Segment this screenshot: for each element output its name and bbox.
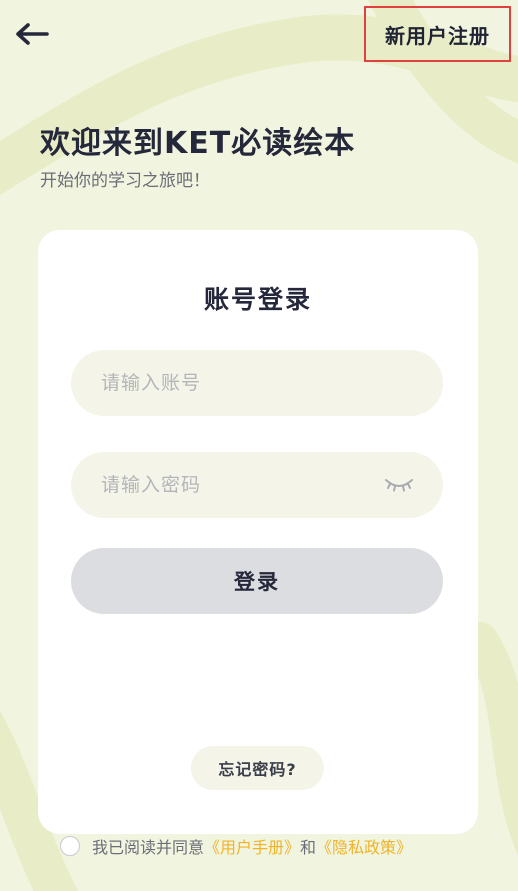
- account-field[interactable]: [71, 350, 443, 416]
- login-card-title: 账号登录: [203, 285, 312, 314]
- agreement-prefix: 我已阅读并同意: [92, 838, 205, 857]
- arrow-left-icon: [16, 23, 49, 45]
- page-title: 欢迎来到KET必读绘本: [40, 126, 356, 161]
- agreement-row: 我已阅读并同意 《用户手册》 和 《隐私政策》: [60, 834, 412, 858]
- user-manual-link[interactable]: 《用户手册》: [204, 834, 300, 858]
- page-subtitle: 开始你的学习之旅吧！: [40, 171, 210, 191]
- agreement-and: 和: [300, 838, 317, 857]
- password-input[interactable]: [99, 473, 383, 497]
- register-button[interactable]: 新用户注册: [364, 6, 511, 62]
- privacy-policy-link[interactable]: 《隐私政策》: [316, 834, 412, 858]
- password-field[interactable]: [71, 452, 443, 518]
- login-button[interactable]: 登录: [71, 548, 443, 614]
- back-button[interactable]: [12, 14, 52, 54]
- agreement-checkbox[interactable]: [60, 836, 80, 856]
- account-input[interactable]: [99, 371, 415, 395]
- forgot-password-button[interactable]: 忘记密码?: [191, 746, 324, 790]
- eye-closed-icon: [385, 479, 413, 492]
- login-card: 账号登录 登录 忘记密码?: [38, 230, 478, 834]
- password-visibility-toggle[interactable]: [383, 473, 415, 497]
